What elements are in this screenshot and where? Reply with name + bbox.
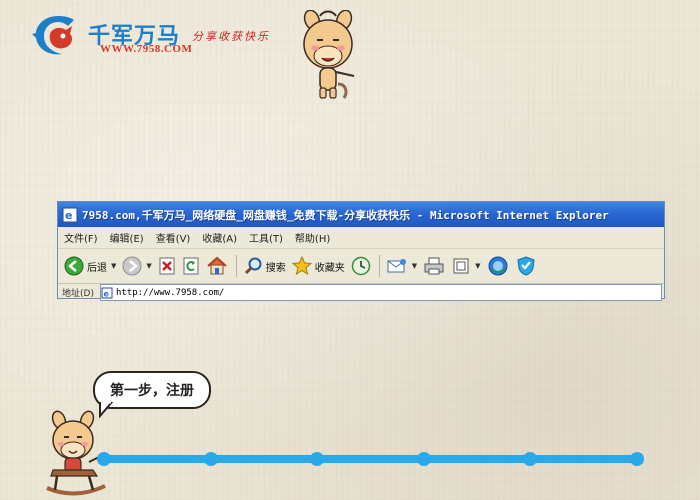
logo-mark-icon [32, 16, 74, 55]
step-dot-2[interactable] [203, 452, 218, 466]
browser-title: 7958.com,千军万马_网络硬盘_网盘赚钱_免费下载-分享收获快乐 - Mi… [82, 208, 609, 222]
browser-menubar: 文件(F) 编辑(E) 查看(V) 收藏(A) 工具(T) 帮助(H) [58, 227, 664, 249]
mail-dropdown-icon[interactable]: ▼ [412, 262, 417, 270]
browser-titlebar: e 7958.com,千军万马_网络硬盘_网盘赚钱_免费下载-分享收获快乐 - … [58, 202, 664, 227]
stop-button[interactable] [158, 256, 176, 276]
menu-edit[interactable]: 编辑(E) [110, 230, 144, 245]
shield-button[interactable] [515, 255, 537, 277]
history-button[interactable] [351, 256, 371, 276]
edit-button[interactable]: ▼ [451, 256, 481, 276]
svg-text:e: e [65, 209, 72, 222]
refresh-icon [183, 257, 199, 275]
step-dot-4[interactable] [416, 452, 431, 466]
brand-logo: 千军万马 WWW.7958.COM [30, 12, 193, 62]
address-input[interactable]: e http://www.7958.com/ [99, 284, 662, 301]
step-progress-track [100, 455, 640, 463]
print-icon [424, 257, 444, 275]
mail-button[interactable]: ▼ [386, 257, 417, 275]
browser-toolbar: 后退 ▼ ▼ 搜索 收藏夹 ▼ ▼ [58, 249, 664, 284]
svg-text:e: e [103, 289, 109, 298]
address-url: http://www.7958.com/ [115, 287, 225, 298]
ie-page-icon: e [62, 207, 78, 222]
mascot-horse-top [303, 10, 355, 99]
search-button[interactable]: 搜索 [243, 256, 286, 276]
favorites-label: 收藏夹 [314, 262, 345, 274]
shield-icon [517, 256, 535, 276]
toolbar-separator [235, 255, 237, 277]
forward-dropdown-icon[interactable]: ▼ [146, 262, 151, 270]
menu-help[interactable]: 帮助(H) [295, 230, 330, 245]
browser-window: e 7958.com,千军万马_网络硬盘_网盘赚钱_免费下载-分享收获快乐 - … [57, 201, 665, 301]
forward-button[interactable]: ▼ [122, 256, 152, 276]
messenger-button[interactable] [487, 255, 509, 277]
history-icon [351, 256, 371, 276]
toolbar-separator [378, 255, 380, 277]
brand-slogan: 分享收获快乐 [192, 30, 270, 43]
search-icon [244, 257, 262, 275]
mail-icon [387, 259, 406, 273]
back-icon [64, 256, 84, 276]
address-bar: 地址(D) e http://www.7958.com/ [58, 284, 664, 301]
menu-view[interactable]: 查看(V) [156, 230, 191, 245]
menu-file[interactable]: 文件(F) [64, 230, 98, 245]
home-button[interactable] [206, 256, 228, 276]
step-dot-6[interactable] [630, 452, 644, 466]
step-text: 第一步，注册 [110, 383, 194, 399]
brand-url: WWW.7958.COM [100, 43, 193, 55]
edit-icon [453, 258, 469, 274]
menu-tools[interactable]: 工具(T) [249, 230, 283, 245]
stop-icon [159, 257, 175, 275]
step-dot-5[interactable] [523, 452, 538, 466]
forward-icon [122, 256, 142, 276]
menu-favorites[interactable]: 收藏(A) [202, 230, 237, 245]
url-page-icon: e [101, 287, 113, 298]
print-button[interactable] [423, 256, 445, 276]
back-label: 后退 [87, 262, 107, 274]
search-label: 搜索 [265, 262, 286, 274]
step-dot-3[interactable] [310, 452, 325, 466]
refresh-button[interactable] [182, 256, 200, 276]
step-dot-1[interactable] [97, 452, 111, 466]
home-icon [207, 256, 227, 275]
edit-dropdown-icon[interactable]: ▼ [475, 262, 480, 270]
favorites-button[interactable]: 收藏夹 [291, 256, 345, 276]
back-dropdown-icon[interactable]: ▼ [111, 262, 116, 270]
address-label: 地址(D) [62, 289, 94, 299]
favorites-star-icon [291, 256, 312, 276]
messenger-icon [488, 256, 508, 276]
back-button[interactable]: 后退 ▼ [64, 256, 116, 276]
